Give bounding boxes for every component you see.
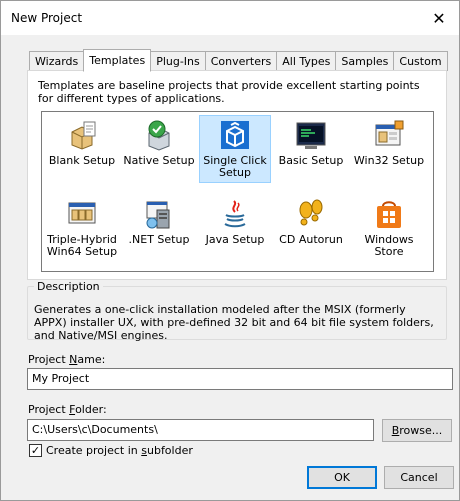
- single-click-setup-icon: [221, 121, 249, 149]
- project-name-label: Project Name:: [28, 353, 106, 366]
- cd-autorun-icon: [299, 199, 323, 226]
- template-label: .NET Setup: [128, 233, 190, 246]
- browse-button[interactable]: Browse...: [382, 419, 452, 442]
- description-legend: Description: [34, 280, 103, 293]
- template-item-win32-setup[interactable]: Win32 Setup: [353, 115, 425, 183]
- tab-strip: Wizards Templates Plug-Ins Converters Al…: [29, 49, 448, 72]
- title-bar: New Project ✕: [1, 1, 459, 35]
- dotnet-setup-icon: [146, 201, 170, 229]
- description-group: Description Generates a one-click instal…: [27, 280, 447, 342]
- cancel-button[interactable]: Cancel: [384, 466, 454, 489]
- template-item-cd-autorun[interactable]: CD Autorun: [275, 194, 347, 262]
- description-text: Generates a one-click installation model…: [34, 303, 434, 342]
- project-folder-input[interactable]: C:\Users\c\Documents\: [27, 419, 374, 441]
- close-button[interactable]: ✕: [419, 1, 459, 35]
- template-item-native-setup[interactable]: Native Setup: [123, 115, 195, 183]
- template-item-java-setup[interactable]: Java Setup: [199, 194, 271, 262]
- template-item-windows-store[interactable]: Windows Store: [353, 194, 425, 262]
- triple-hybrid-setup-icon: [68, 202, 96, 224]
- basic-setup-icon: [296, 122, 326, 149]
- tab-wizards[interactable]: Wizards: [29, 51, 85, 71]
- java-setup-icon: [224, 200, 246, 228]
- ok-button[interactable]: OK: [307, 466, 377, 489]
- template-label: Java Setup: [205, 233, 265, 246]
- tab-templates[interactable]: Templates: [83, 49, 152, 72]
- templates-intro-text: Templates are baseline projects that pro…: [38, 79, 420, 105]
- template-item-blank-setup[interactable]: Blank Setup: [46, 115, 118, 183]
- template-label: Single Click Setup: [203, 154, 267, 179]
- template-item-dotnet-setup[interactable]: .NET Setup: [123, 194, 195, 262]
- native-setup-icon: [148, 120, 170, 151]
- blank-setup-icon: [71, 121, 96, 150]
- project-name-input[interactable]: My Project: [27, 368, 453, 390]
- project-folder-label: Project Folder:: [28, 403, 107, 416]
- dialog-title: New Project: [11, 11, 83, 25]
- close-icon: ✕: [432, 8, 446, 28]
- template-label: Triple-Hybrid Win64 Setup: [46, 233, 118, 258]
- template-label: Blank Setup: [48, 154, 116, 167]
- template-label: CD Autorun: [279, 233, 343, 246]
- template-list[interactable]: Blank Setup Native Setup Single Click Se…: [41, 111, 434, 272]
- template-label: Windows Store: [364, 233, 414, 258]
- template-label: Basic Setup: [278, 154, 344, 167]
- template-item-single-click-setup[interactable]: Single Click Setup: [199, 115, 271, 183]
- template-item-basic-setup[interactable]: Basic Setup: [275, 115, 347, 183]
- win32-setup-icon: [375, 120, 404, 146]
- tab-all-types[interactable]: All Types: [276, 51, 337, 71]
- create-subfolder-label[interactable]: Create project in subfolder: [46, 444, 193, 457]
- windows-store-icon: [377, 201, 401, 228]
- template-item-triple-hybrid-win64-setup[interactable]: Triple-Hybrid Win64 Setup: [46, 194, 118, 262]
- tab-plug-ins[interactable]: Plug-Ins: [150, 51, 206, 71]
- template-label: Native Setup: [123, 154, 195, 167]
- templates-tab-panel: Templates are baseline projects that pro…: [27, 70, 447, 280]
- template-label: Win32 Setup: [353, 154, 425, 167]
- tab-custom[interactable]: Custom: [393, 51, 448, 71]
- new-project-dialog: New Project ✕ Wizards Templates Plug-Ins…: [0, 0, 460, 501]
- check-icon: ✓: [30, 444, 41, 457]
- tab-converters[interactable]: Converters: [204, 51, 278, 71]
- tab-samples[interactable]: Samples: [335, 51, 395, 71]
- create-subfolder-checkbox[interactable]: ✓: [29, 444, 42, 457]
